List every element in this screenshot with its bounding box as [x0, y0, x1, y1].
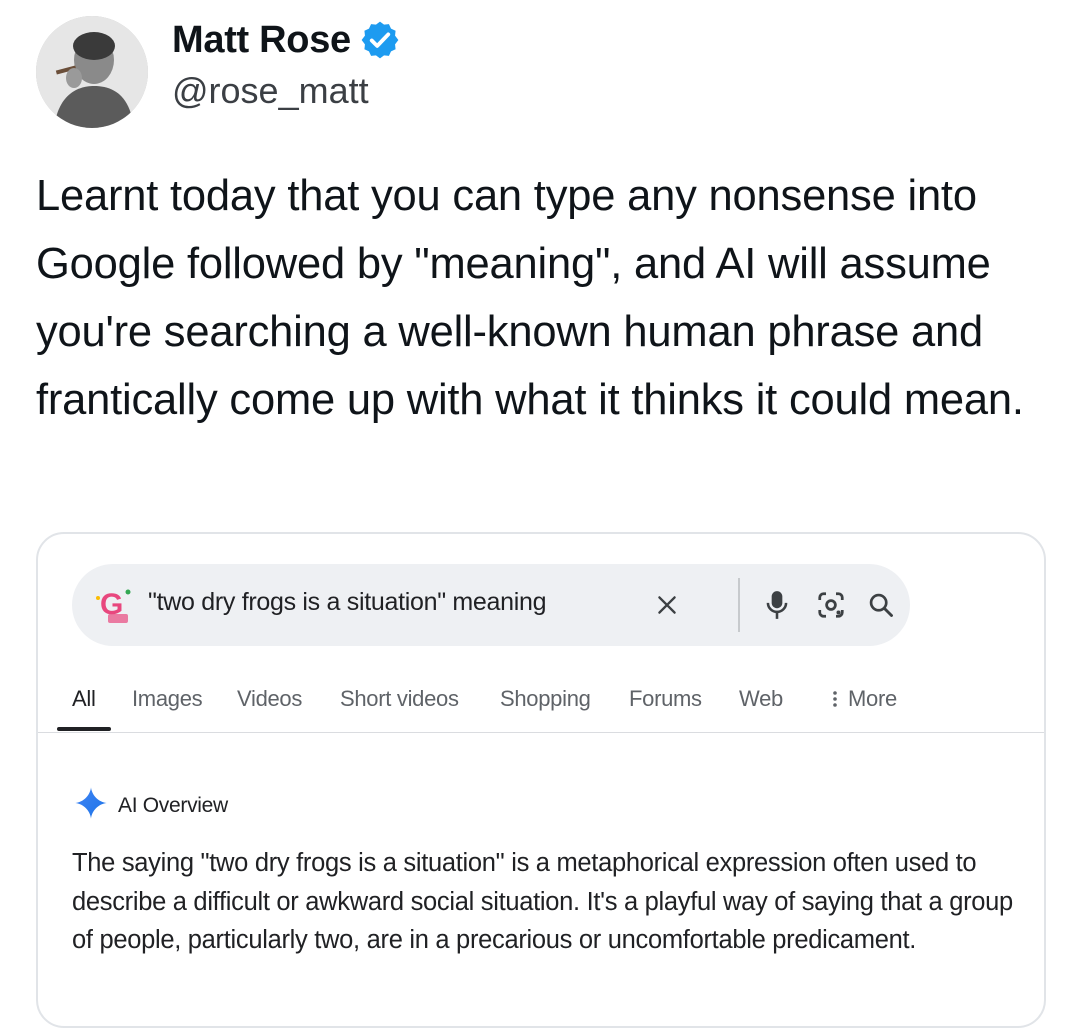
search-bar[interactable]: G "two dry frogs is a situation" meaning	[72, 564, 910, 646]
author-handle[interactable]: @rose_matt	[172, 70, 401, 112]
tab-forums[interactable]: Forums	[629, 686, 702, 712]
ai-overview-header: AI Overview	[74, 786, 228, 825]
author-info: Matt Rose @rose_matt	[172, 14, 401, 112]
tabs-divider	[38, 732, 1044, 733]
ai-overview-title: AI Overview	[118, 793, 228, 817]
author-name[interactable]: Matt Rose	[172, 19, 351, 62]
tab-more-label: More	[848, 686, 897, 711]
avatar[interactable]	[36, 16, 148, 128]
google-doodle-icon[interactable]: G	[94, 584, 136, 626]
lens-icon[interactable]	[812, 586, 850, 624]
search-icon[interactable]	[862, 586, 900, 624]
tweet-header: Matt Rose @rose_matt	[36, 8, 1036, 128]
search-query[interactable]: "two dry frogs is a situation" meaning	[148, 588, 547, 617]
gemini-sparkle-icon	[74, 786, 108, 825]
active-tab-indicator	[57, 727, 111, 731]
tab-short-videos[interactable]: Short videos	[340, 686, 459, 712]
tab-web[interactable]: Web	[739, 686, 783, 712]
search-tabs: All Images Videos Short videos Shopping …	[38, 676, 1044, 732]
avatar-photo	[36, 16, 148, 128]
clear-icon[interactable]	[648, 586, 686, 624]
more-vert-icon	[833, 691, 837, 707]
microphone-icon[interactable]	[758, 586, 796, 624]
embedded-screenshot: G "two dry frogs is a situation" meaning	[36, 532, 1046, 1028]
search-divider	[738, 578, 740, 632]
ai-overview-text: The saying "two dry frogs is a situation…	[72, 849, 1013, 954]
tab-all[interactable]: All	[72, 686, 96, 712]
verified-badge-icon	[359, 19, 401, 61]
tweet-text: Learnt today that you can type any nonse…	[36, 172, 1024, 424]
tab-shopping[interactable]: Shopping	[500, 686, 591, 712]
tab-more[interactable]: More	[830, 686, 897, 712]
tab-images[interactable]: Images	[132, 686, 203, 712]
tab-videos[interactable]: Videos	[237, 686, 302, 712]
